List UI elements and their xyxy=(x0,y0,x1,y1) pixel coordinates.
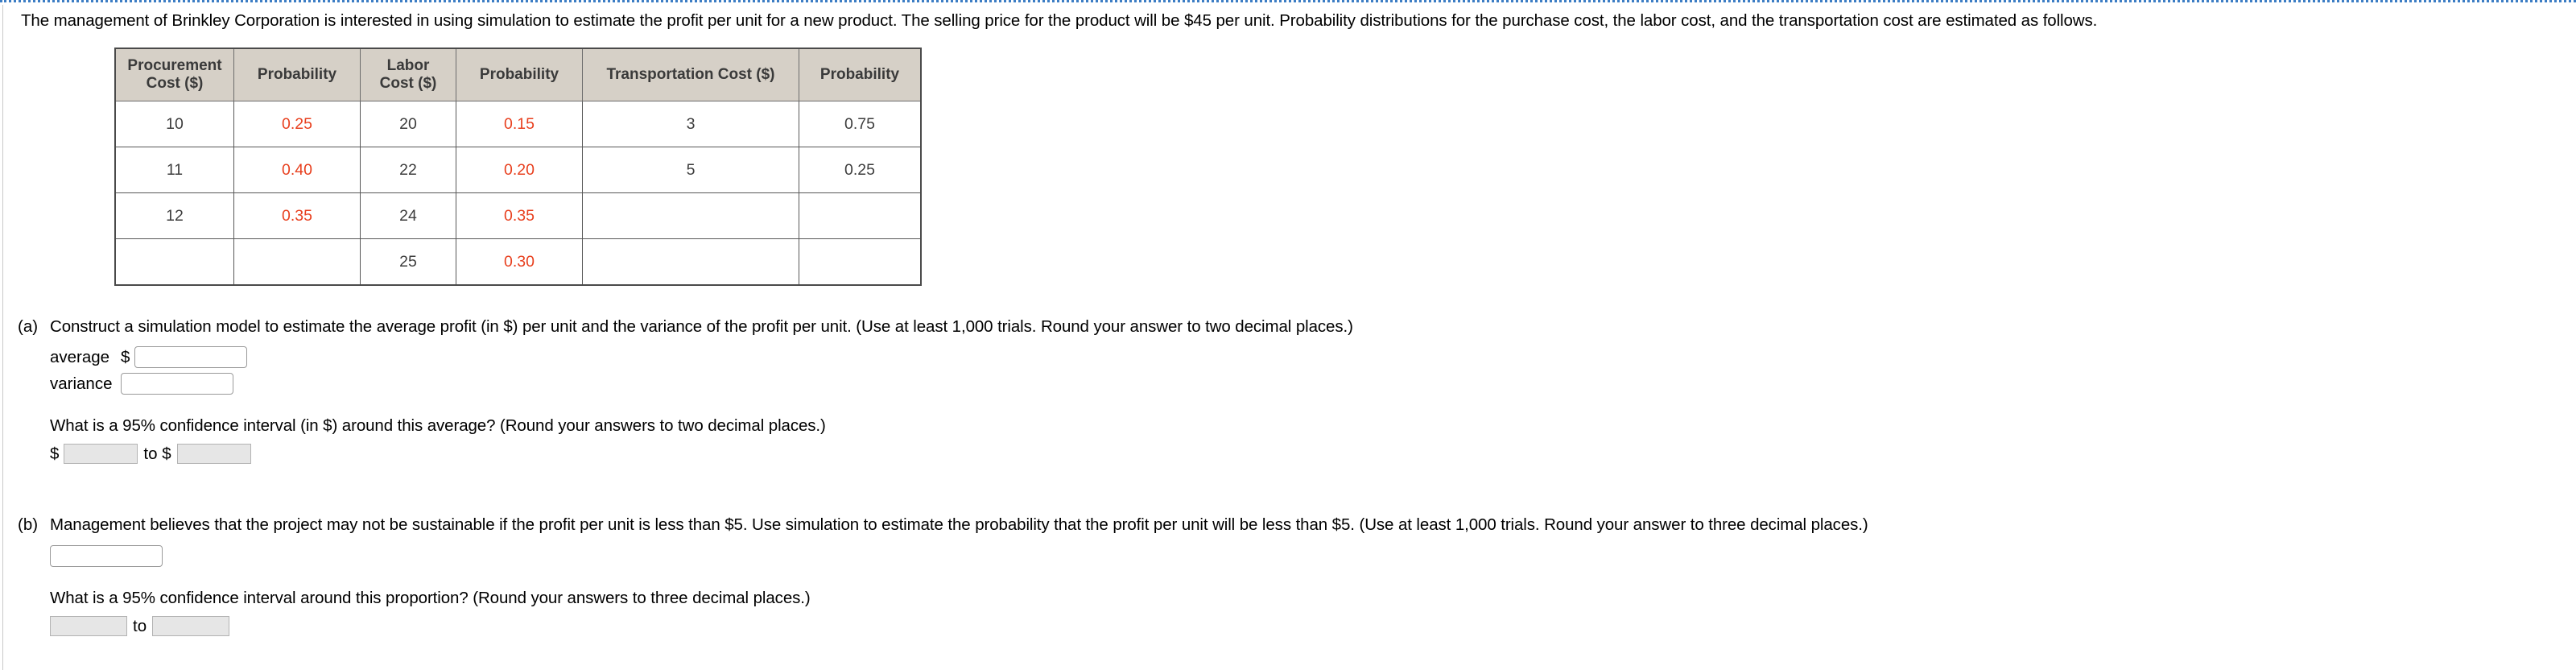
header-line-2: Cost ($) xyxy=(379,75,437,92)
column-header-probability-1: Probability xyxy=(233,48,361,101)
probability-distribution-table: Procurement Cost ($) Probability Labor C… xyxy=(114,48,922,286)
cell-probability-1: 0.40 xyxy=(233,147,361,193)
ci-separator-label: to xyxy=(133,616,147,635)
cell-probability-2: 0.20 xyxy=(456,147,583,193)
ci-low-input[interactable] xyxy=(64,444,138,464)
cell-transportation-cost: 5 xyxy=(582,147,799,193)
column-header-labor-cost: Labor Cost ($) xyxy=(360,48,456,101)
page-container: The management of Brinkley Corporation i… xyxy=(0,0,2576,670)
header-line-2: Cost ($) xyxy=(146,75,204,92)
cell-transportation-cost: 3 xyxy=(582,101,799,147)
cell-transportation-cost xyxy=(582,238,799,286)
part-a-ci-prompt: What is a 95% confidence interval (in $)… xyxy=(50,416,826,435)
part-b-prompt: Management believes that the project may… xyxy=(50,515,1868,534)
table-row: 25 0.30 xyxy=(114,238,922,286)
header-line-1: Labor xyxy=(386,57,430,74)
cell-probability-3: 0.75 xyxy=(799,101,922,147)
cell-procurement-cost: 11 xyxy=(114,147,234,193)
cell-probability-1: 0.25 xyxy=(233,101,361,147)
part-a-ci-row: $ to $ xyxy=(50,444,1353,464)
cell-labor-cost: 20 xyxy=(360,101,456,147)
ci-low-input[interactable] xyxy=(50,616,127,636)
column-header-probability-2: Probability xyxy=(456,48,583,101)
part-b-ci-row: to xyxy=(50,616,1868,636)
cell-probability-3 xyxy=(799,192,922,239)
cell-procurement-cost xyxy=(114,238,234,286)
average-label: average xyxy=(50,347,110,366)
table-row: 10 0.25 20 0.15 3 0.75 xyxy=(114,101,922,147)
cell-labor-cost: 24 xyxy=(360,192,456,239)
part-b-label: (b) xyxy=(18,515,39,534)
average-input[interactable] xyxy=(134,346,248,368)
part-a-prompt-row: (a) Construct a simulation model to esti… xyxy=(18,316,1353,337)
cell-probability-1: 0.35 xyxy=(233,192,361,239)
ci-low-currency-symbol: $ xyxy=(50,444,60,463)
question-part-a: (a) Construct a simulation model to esti… xyxy=(18,316,1353,464)
column-header-procurement-cost: Procurement Cost ($) xyxy=(114,48,234,101)
cell-procurement-cost: 10 xyxy=(114,101,234,147)
variance-field-row: variance xyxy=(50,373,1353,395)
average-currency-symbol: $ xyxy=(121,347,130,366)
cell-procurement-cost: 12 xyxy=(114,192,234,239)
ci-high-input[interactable] xyxy=(152,616,230,636)
cell-probability-2: 0.15 xyxy=(456,101,583,147)
table-head: Procurement Cost ($) Probability Labor C… xyxy=(114,48,922,101)
variance-input[interactable] xyxy=(121,373,233,395)
part-a-label: (a) xyxy=(18,317,39,336)
table-header-row: Procurement Cost ($) Probability Labor C… xyxy=(114,48,922,101)
probability-field-row xyxy=(50,545,1868,567)
cell-transportation-cost xyxy=(582,192,799,239)
column-header-transportation-cost: Transportation Cost ($) xyxy=(582,48,799,101)
table-body: 10 0.25 20 0.15 3 0.75 11 0.40 22 0.20 5… xyxy=(114,101,922,286)
probability-input[interactable] xyxy=(50,545,163,567)
header-line-1: Procurement xyxy=(127,57,222,74)
part-b-answers: What is a 95% confidence interval around… xyxy=(50,545,1868,636)
cell-probability-1 xyxy=(233,238,361,286)
ci-high-input[interactable] xyxy=(176,444,251,464)
cell-probability-3: 0.25 xyxy=(799,147,922,193)
part-b-ci-prompt: What is a 95% confidence interval around… xyxy=(50,589,811,607)
cell-probability-3 xyxy=(799,238,922,286)
variance-label: variance xyxy=(50,374,113,393)
cell-probability-2: 0.35 xyxy=(456,192,583,239)
cell-labor-cost: 25 xyxy=(360,238,456,286)
cell-labor-cost: 22 xyxy=(360,147,456,193)
table-row: 12 0.35 24 0.35 xyxy=(114,192,922,239)
column-header-probability-3: Probability xyxy=(799,48,922,101)
part-a-answers: average $ variance What is a 95% confide… xyxy=(50,346,1353,464)
part-a-prompt: Construct a simulation model to estimate… xyxy=(50,317,1353,336)
question-part-b: (b) Management believes that the project… xyxy=(18,515,1868,636)
left-margin-rule xyxy=(2,5,3,670)
table-row: 11 0.40 22 0.20 5 0.25 xyxy=(114,147,922,193)
ci-separator-label: to $ xyxy=(143,444,171,463)
prob-table: Procurement Cost ($) Probability Labor C… xyxy=(114,48,922,286)
cell-probability-2: 0.30 xyxy=(456,238,583,286)
part-b-prompt-row: (b) Management believes that the project… xyxy=(18,515,1868,536)
average-field-row: average $ xyxy=(50,346,1353,368)
problem-statement: The management of Brinkley Corporation i… xyxy=(21,11,2098,30)
